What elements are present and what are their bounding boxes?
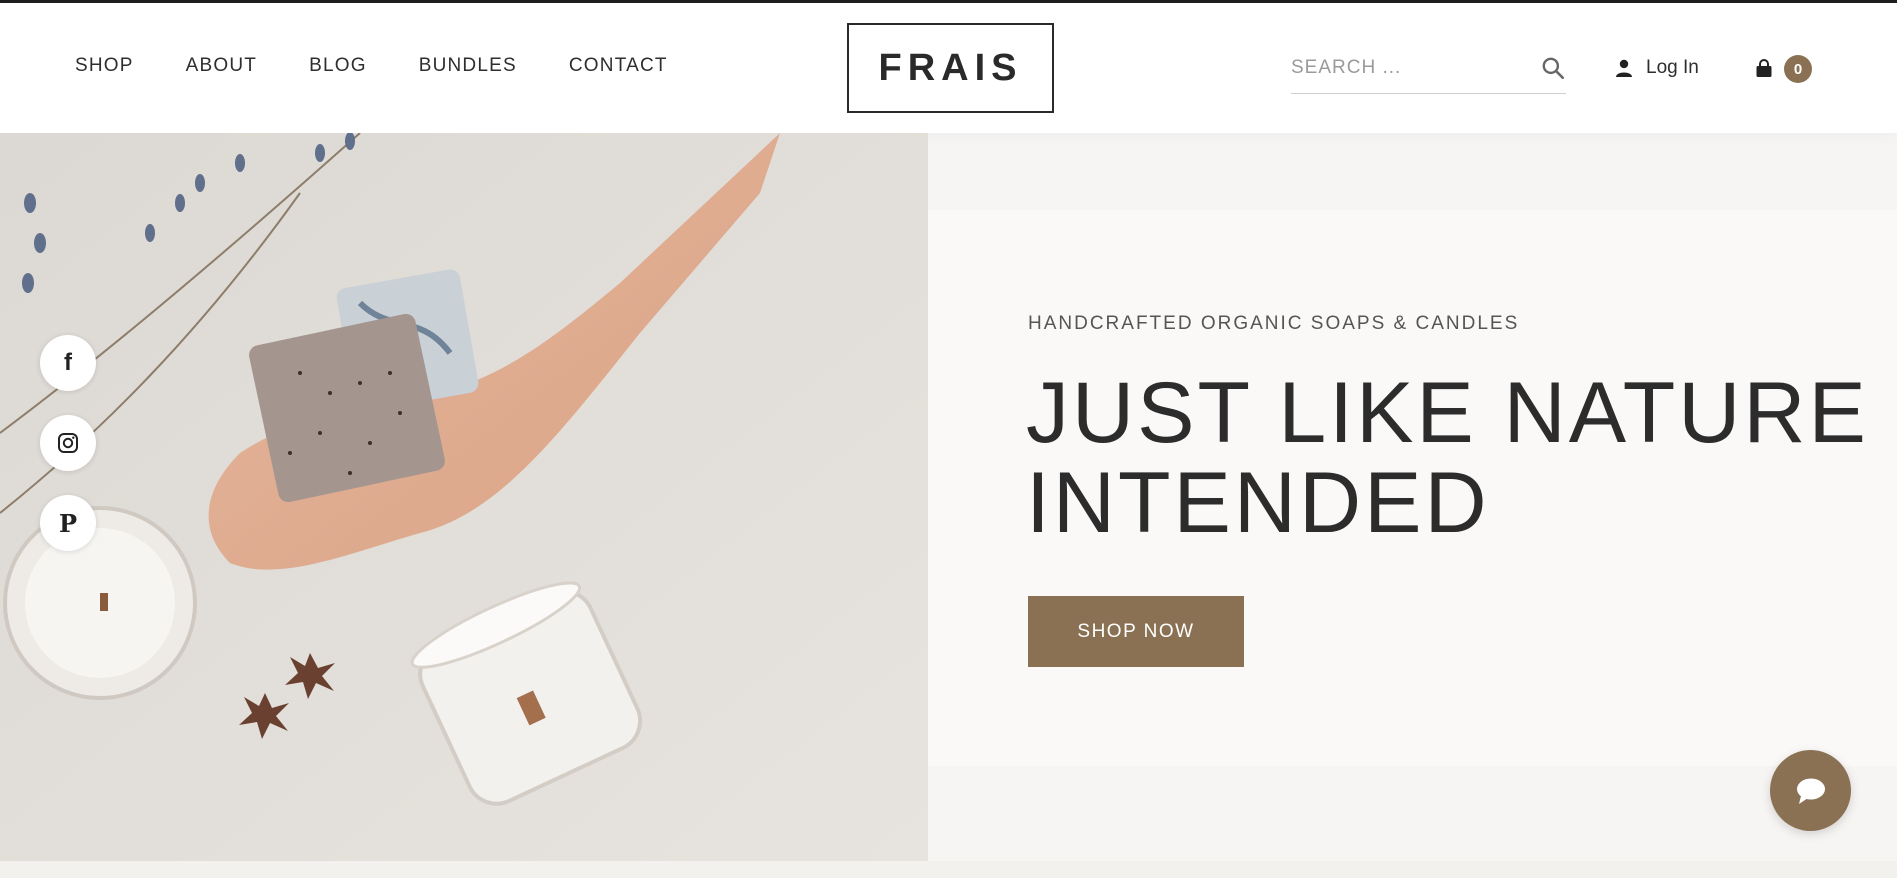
search-bar xyxy=(1291,43,1566,94)
pinterest-button[interactable]: P xyxy=(40,495,96,551)
nav-contact-link[interactable]: CONTACT xyxy=(569,55,668,77)
shop-now-button[interactable]: SHOP NOW xyxy=(1028,596,1244,667)
chat-button[interactable] xyxy=(1770,750,1851,831)
chat-bubble-icon xyxy=(1796,778,1825,804)
hero-image xyxy=(0,133,928,861)
site-header: SHOP ABOUT BLOG BUNDLES CONTACT FRAIS Lo… xyxy=(0,3,1897,133)
pinterest-icon: P xyxy=(58,508,78,538)
hero-headline: JUST LIKE NATURE INTENDED xyxy=(1026,365,1869,551)
shopping-bag-icon xyxy=(1756,59,1772,77)
bottom-strip xyxy=(0,861,1897,878)
facebook-icon: f xyxy=(64,349,72,376)
search-input[interactable] xyxy=(1291,57,1540,79)
login-label: Log In xyxy=(1646,57,1699,78)
nav-bundles-link[interactable]: BUNDLES xyxy=(419,55,517,77)
login-link[interactable]: Log In xyxy=(1614,57,1699,79)
instagram-button[interactable] xyxy=(40,415,96,471)
search-icon[interactable] xyxy=(1540,55,1566,81)
hero-photo-illustration xyxy=(0,133,928,861)
cart-button[interactable]: 0 xyxy=(1754,55,1812,83)
main-nav: SHOP ABOUT BLOG BUNDLES CONTACT xyxy=(75,55,720,77)
nav-shop-link[interactable]: SHOP xyxy=(75,55,134,77)
facebook-button[interactable]: f xyxy=(40,335,96,391)
cart-count-badge: 0 xyxy=(1784,55,1812,83)
site-logo[interactable]: FRAIS xyxy=(847,23,1054,113)
user-icon xyxy=(1616,59,1632,77)
nav-blog-link[interactable]: BLOG xyxy=(309,55,367,77)
instagram-icon xyxy=(58,433,78,453)
hero-tagline: HANDCRAFTED ORGANIC SOAPS & CANDLES xyxy=(1028,313,1520,334)
nav-about-link[interactable]: ABOUT xyxy=(186,55,257,77)
